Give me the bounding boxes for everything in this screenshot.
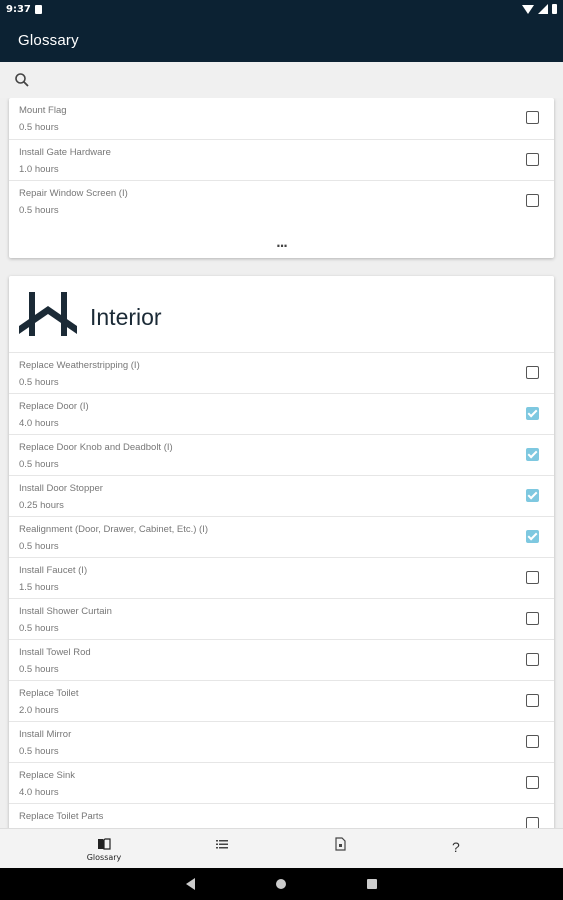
item-title: Replace Toilet Parts <box>19 811 104 822</box>
interior-section-card: Interior Replace Weatherstripping (I) 0.5… <box>9 276 554 828</box>
item-title: Replace Sink <box>19 770 75 781</box>
list-item[interactable]: Replace Sink 4.0 hours <box>9 762 554 803</box>
recent-apps-icon[interactable] <box>367 879 377 889</box>
nav-help[interactable]: ? <box>408 829 508 869</box>
system-nav-bar <box>0 868 563 900</box>
item-title: Repair Window Screen (I) <box>19 188 128 199</box>
item-checkbox[interactable] <box>526 653 539 666</box>
page-title: Glossary <box>18 32 79 49</box>
item-hours: 1.5 hours <box>19 582 59 593</box>
item-checkbox[interactable] <box>526 530 539 543</box>
list-item[interactable]: Install Gate Hardware 1.0 hours <box>9 139 554 180</box>
item-checkbox[interactable] <box>526 735 539 748</box>
list-icon <box>216 840 228 849</box>
item-checkbox[interactable] <box>526 776 539 789</box>
help-icon: ? <box>452 839 460 855</box>
book-icon <box>98 838 111 850</box>
wifi-icon <box>522 4 534 14</box>
list-item[interactable]: Replace Toilet 2.0 hours <box>9 680 554 721</box>
item-title: Install Faucet (I) <box>19 565 88 576</box>
item-checkbox[interactable] <box>526 153 539 166</box>
item-title: Replace Door (I) <box>19 401 89 412</box>
item-title: Replace Weatherstripping (I) <box>19 360 140 371</box>
section-header: Interior <box>9 276 554 352</box>
item-title: Install Shower Curtain <box>19 606 112 617</box>
nav-glossary-label: Glossary <box>86 853 122 862</box>
nav-glossary[interactable]: Glossary <box>54 829 154 869</box>
item-hours: 0.5 hours <box>19 623 59 634</box>
status-bar: 9:37 <box>0 0 563 22</box>
list-item[interactable]: Install Towel Rod 0.5 hours <box>9 639 554 680</box>
list-item[interactable]: Replace Toilet Parts <box>9 803 554 828</box>
item-title: Install Towel Rod <box>19 647 91 658</box>
home-icon[interactable] <box>276 879 286 889</box>
item-title: Install Mirror <box>19 729 72 740</box>
item-hours: 0.5 hours <box>19 205 59 216</box>
item-hours: 2.0 hours <box>19 705 59 716</box>
item-title: Install Gate Hardware <box>19 147 111 158</box>
item-checkbox[interactable] <box>526 194 539 207</box>
bottom-nav: Glossary ? <box>0 828 563 868</box>
battery-icon <box>552 4 557 14</box>
search-bar[interactable] <box>0 62 563 98</box>
item-checkbox[interactable] <box>526 571 539 584</box>
document-icon <box>335 837 346 851</box>
interior-section-items: Replace Weatherstripping (I) 0.5 hours Rep… <box>9 352 554 828</box>
list-item[interactable]: Install Mirror 0.5 hours <box>9 721 554 762</box>
status-time: 9:37 <box>6 4 31 15</box>
list-item[interactable]: Mount Flag 0.5 hours <box>9 98 554 139</box>
item-title: Replace Toilet <box>19 688 79 699</box>
more-button[interactable]: ... <box>9 236 554 250</box>
item-checkbox[interactable] <box>526 407 539 420</box>
item-title: Realignment (Door, Drawer, Cabinet, Etc.… <box>19 524 209 535</box>
app-bar: Glossary <box>0 22 563 62</box>
item-checkbox[interactable] <box>526 489 539 502</box>
item-checkbox[interactable] <box>526 694 539 707</box>
item-checkbox[interactable] <box>526 817 539 828</box>
signal-icon <box>538 4 548 14</box>
search-icon[interactable] <box>14 72 30 88</box>
item-hours: 0.5 hours <box>19 377 59 388</box>
glossary-list[interactable]: Mount Flag 0.5 hours Install Gate Hardware… <box>0 98 563 828</box>
item-hours: 4.0 hours <box>19 787 59 798</box>
list-item[interactable]: Install Shower Curtain 0.5 hours <box>9 598 554 639</box>
nav-document[interactable] <box>290 829 390 869</box>
item-hours: 0.5 hours <box>19 459 59 470</box>
item-hours: 1.0 hours <box>19 164 59 175</box>
item-hours: 4.0 hours <box>19 418 59 429</box>
list-item[interactable]: Replace Door Knob and Deadbolt (I) 0.5 ho… <box>9 434 554 475</box>
list-item[interactable]: Install Door Stopper 0.25 hours <box>9 475 554 516</box>
item-hours: 0.5 hours <box>19 664 59 675</box>
house-logo-icon <box>19 292 77 336</box>
back-icon[interactable] <box>186 878 195 890</box>
item-checkbox[interactable] <box>526 366 539 379</box>
item-checkbox[interactable] <box>526 448 539 461</box>
status-icons <box>522 4 557 14</box>
sd-card-icon <box>35 5 42 14</box>
list-item[interactable]: Repair Window Screen (I) 0.5 hours <box>9 180 554 221</box>
item-checkbox[interactable] <box>526 111 539 124</box>
list-item[interactable]: Realignment (Door, Drawer, Cabinet, Etc.… <box>9 516 554 557</box>
item-title: Replace Door Knob and Deadbolt (I) <box>19 442 173 453</box>
list-item[interactable]: Replace Weatherstripping (I) 0.5 hours <box>9 352 554 393</box>
item-title: Mount Flag <box>19 105 67 116</box>
item-hours: 0.5 hours <box>19 122 59 133</box>
previous-section-card: Mount Flag 0.5 hours Install Gate Hardware… <box>9 98 554 258</box>
previous-section-items: Mount Flag 0.5 hours Install Gate Hardware… <box>9 98 554 221</box>
item-hours: 0.25 hours <box>19 500 64 511</box>
list-item[interactable]: Install Faucet (I) 1.5 hours <box>9 557 554 598</box>
item-title: Install Door Stopper <box>19 483 103 494</box>
item-hours: 0.5 hours <box>19 746 59 757</box>
item-checkbox[interactable] <box>526 612 539 625</box>
list-item[interactable]: Replace Door (I) 4.0 hours <box>9 393 554 434</box>
item-hours: 0.5 hours <box>19 541 59 552</box>
section-title: Interior <box>90 304 162 330</box>
nav-list[interactable] <box>172 829 272 869</box>
